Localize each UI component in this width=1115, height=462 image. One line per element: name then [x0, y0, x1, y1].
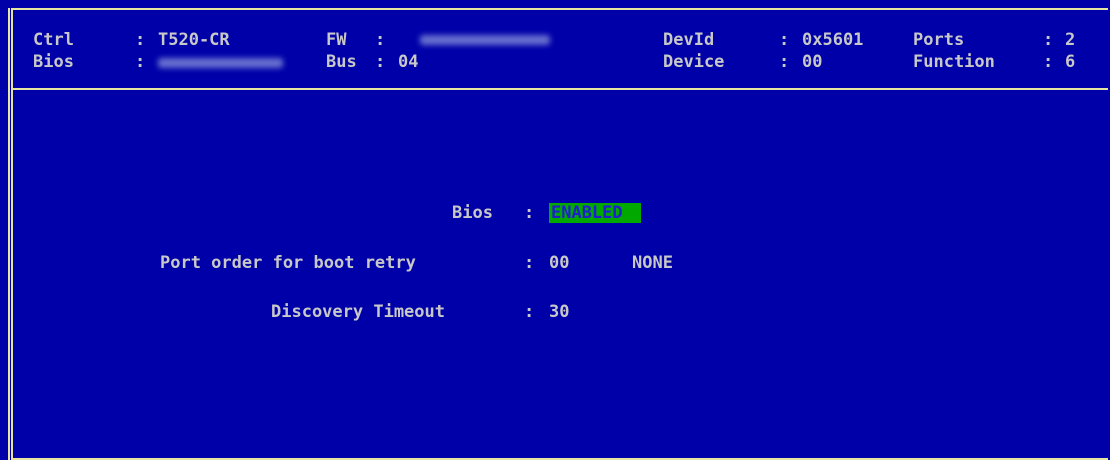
bios-setting-label: Bios: [452, 203, 493, 223]
ports-value: 2: [1065, 30, 1076, 50]
bus-label: Bus: [326, 52, 357, 72]
function-label: Function: [913, 52, 995, 72]
fw-label: FW: [326, 30, 347, 50]
frame-left-border: [8, 8, 10, 460]
discovery-timeout-separator: :: [524, 302, 535, 322]
frame-left-border-inner: [11, 8, 13, 460]
bus-value: 04: [398, 52, 419, 72]
port-order-value[interactable]: 00: [549, 253, 569, 273]
bios-version-redacted: [158, 58, 283, 68]
device-separator: :: [779, 52, 790, 72]
device-value: 00: [802, 52, 823, 72]
bios-setting-value[interactable]: ENABLED: [549, 203, 641, 223]
fw-value-redacted: [420, 35, 550, 45]
ctrl-separator: :: [135, 30, 146, 50]
ctrl-value: T520-CR: [158, 30, 230, 50]
frame-bottom-border: [11, 458, 1108, 460]
port-order-label: Port order for boot retry: [160, 253, 416, 273]
frame-top-border: [11, 8, 1108, 10]
bus-separator: :: [375, 52, 386, 72]
function-value: 6: [1065, 52, 1076, 72]
bios-config-screen: Ctrl : T520-CR FW : DevId : 0x5601 Ports…: [0, 0, 1110, 460]
ports-label: Ports: [913, 30, 965, 50]
devid-label: DevId: [663, 30, 715, 50]
fw-separator: :: [375, 30, 386, 50]
bios-header-label: Bios: [33, 52, 74, 72]
ctrl-label: Ctrl: [33, 30, 74, 50]
discovery-timeout-value[interactable]: 30: [549, 302, 569, 322]
discovery-timeout-label: Discovery Timeout: [271, 302, 445, 322]
devid-value: 0x5601: [802, 30, 864, 50]
bios-setting-separator: :: [524, 203, 535, 223]
bios-header-separator: :: [135, 52, 146, 72]
function-separator: :: [1043, 52, 1054, 72]
port-order-separator: :: [524, 253, 535, 273]
ports-separator: :: [1043, 30, 1054, 50]
header-divider: [11, 88, 1108, 90]
device-label: Device: [663, 52, 725, 72]
port-order-extra: NONE: [632, 253, 673, 273]
devid-separator: :: [779, 30, 790, 50]
